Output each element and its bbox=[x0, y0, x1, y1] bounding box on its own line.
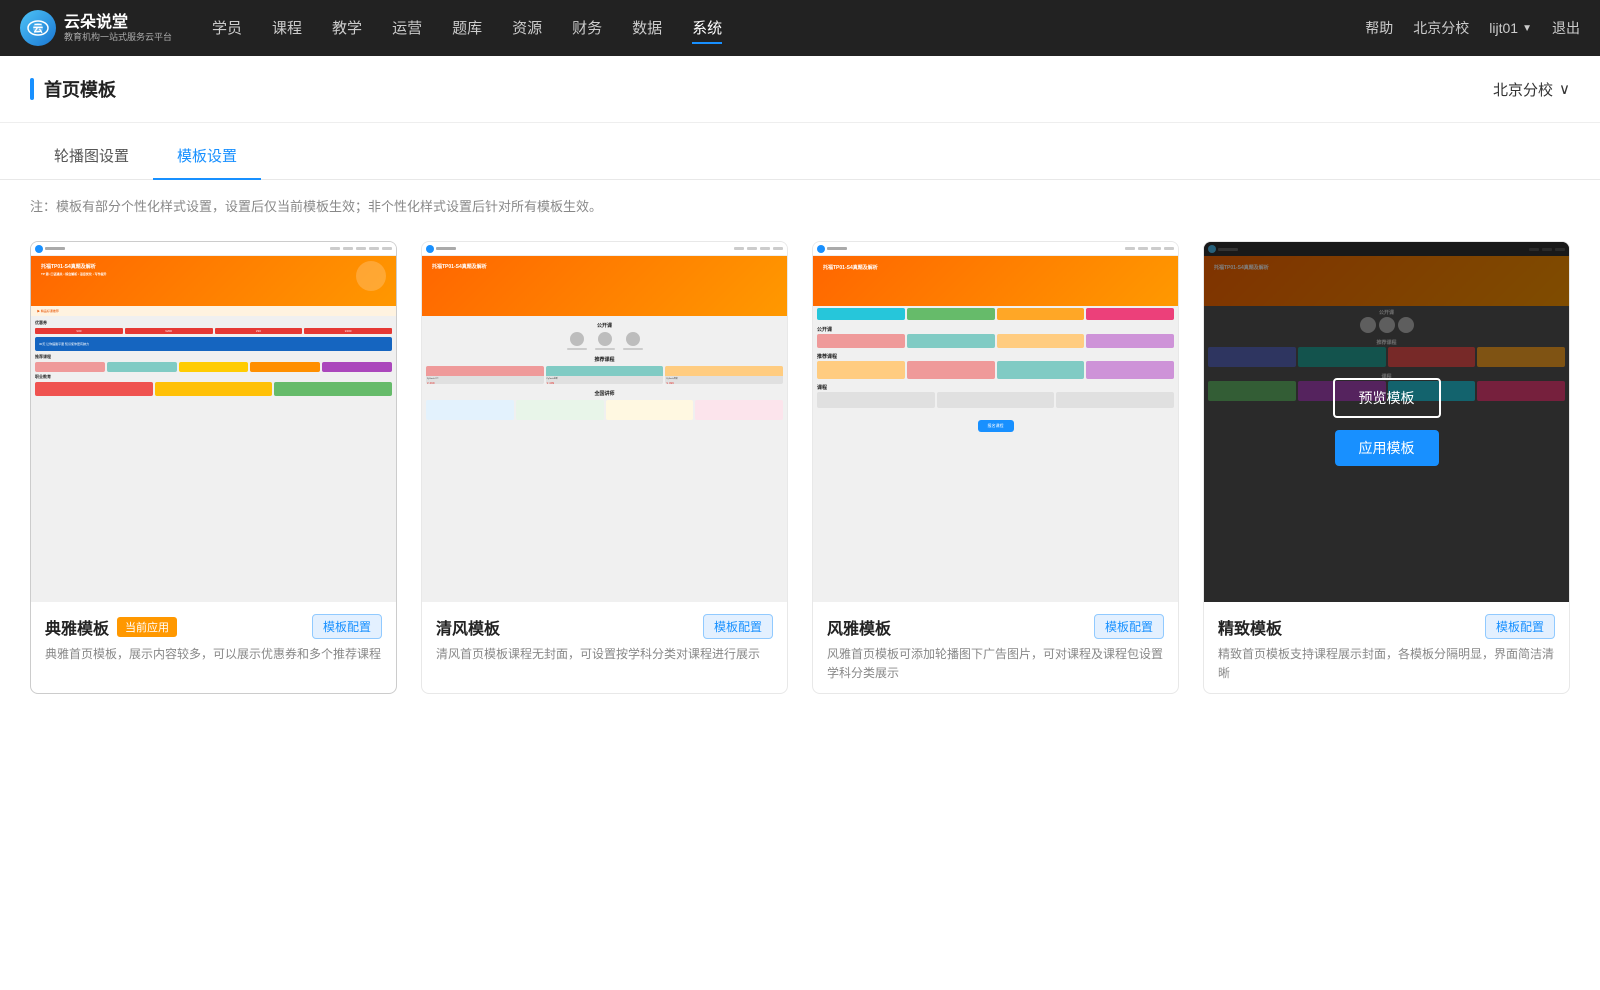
template-desc-jingzhi: 精致首页模板支持课程展示封面，各模板分隔明显，界面简洁清晰 bbox=[1218, 645, 1555, 683]
template-preview-fengya[interactable]: 托福TP01-S4真题及解析 公开课 bbox=[813, 242, 1178, 602]
nav-shuju[interactable]: 数据 bbox=[632, 13, 662, 44]
template-preview-qingfeng[interactable]: 托福TP01-S4真题及解析 公开课 bbox=[422, 242, 787, 602]
template-name-jingzhi: 精致模板 bbox=[1218, 615, 1282, 639]
template-footer-jingzhi: 精致模板 模板配置 精致首页模板支持课程展示封面，各模板分隔明显，界面简洁清晰 bbox=[1204, 602, 1569, 693]
template-name-dianyan: 典雅模板 bbox=[45, 615, 109, 639]
page-title-bar bbox=[30, 78, 34, 100]
apply-button-qingfeng[interactable]: 应用模板 bbox=[553, 430, 657, 466]
page-title: 首页模板 bbox=[44, 76, 116, 102]
template-card-qingfeng: 托福TP01-S4真题及解析 公开课 bbox=[421, 241, 788, 694]
template-footer-qingfeng: 清风模板 模板配置 清风首页模板课程无封面，可设置按学科分类对课程进行展示 bbox=[422, 602, 787, 674]
tabs-bar: 轮播图设置 模板设置 bbox=[0, 133, 1600, 180]
tab-carousel[interactable]: 轮播图设置 bbox=[30, 133, 153, 180]
template-name-qingfeng: 清风模板 bbox=[436, 615, 500, 639]
page-title-wrap: 首页模板 bbox=[30, 76, 116, 102]
nav-xitong[interactable]: 系统 bbox=[692, 13, 722, 44]
notice-text: 注：模板有部分个性化样式设置，设置后仅当前模板生效；非个性化样式设置后针对所有模… bbox=[0, 180, 1600, 231]
current-badge-dianyan: 当前应用 bbox=[117, 617, 177, 637]
template-desc-qingfeng: 清风首页模板课程无封面，可设置按学科分类对课程进行展示 bbox=[436, 645, 773, 664]
preview-button-qingfeng[interactable]: 预览模板 bbox=[551, 378, 659, 418]
config-button-dianyan[interactable]: 模板配置 bbox=[312, 614, 382, 639]
apply-button-jingzhi[interactable]: 应用模板 bbox=[1335, 430, 1439, 466]
config-button-fengya[interactable]: 模板配置 bbox=[1094, 614, 1164, 639]
config-button-jingzhi[interactable]: 模板配置 bbox=[1485, 614, 1555, 639]
template-name-fengya: 风雅模板 bbox=[827, 615, 891, 639]
logo-text: 云朵说堂 教育机构一站式服务云平台 bbox=[64, 13, 172, 43]
page-header: 首页模板 北京分校 ∨ bbox=[0, 56, 1600, 123]
preview-button-dianyan[interactable]: 预览模板 bbox=[160, 378, 268, 418]
user-dropdown[interactable]: lijt01 ▼ bbox=[1489, 20, 1532, 36]
branch-selector-arrow: ∨ bbox=[1559, 80, 1570, 98]
preview-overlay-jingzhi[interactable]: 预览模板 应用模板 bbox=[1204, 242, 1569, 602]
apply-button-fengya[interactable]: 应用模板 bbox=[944, 430, 1048, 466]
tab-template[interactable]: 模板设置 bbox=[153, 133, 261, 180]
logout-link[interactable]: 退出 bbox=[1552, 18, 1580, 38]
branch-selector-label: 北京分校 bbox=[1493, 79, 1553, 100]
template-preview-jingzhi[interactable]: 托福TP01-S4真题及解析 公开课 推荐课程 bbox=[1204, 242, 1569, 602]
help-link[interactable]: 帮助 bbox=[1365, 18, 1393, 38]
template-card-jingzhi: 托福TP01-S4真题及解析 公开课 推荐课程 bbox=[1203, 241, 1570, 694]
branch-link[interactable]: 北京分校 bbox=[1413, 18, 1469, 38]
templates-grid: 托福TP01-S4真题及解析 TP 第• 口语通关 • 综合解析 • 语音优化 … bbox=[0, 231, 1600, 734]
preview-button-fengya[interactable]: 预览模板 bbox=[942, 378, 1050, 418]
template-desc-fengya: 风雅首页模板可添加轮播图下广告图片，可对课程及课程包设置学科分类展示 bbox=[827, 645, 1164, 683]
user-dropdown-arrow: ▼ bbox=[1522, 23, 1532, 34]
nav-caiwu[interactable]: 财务 bbox=[572, 13, 602, 44]
template-footer-dianyan: 典雅模板 当前应用 模板配置 典雅首页模板，展示内容较多，可以展示优惠券和多个推… bbox=[31, 602, 396, 674]
logo-icon: 云 bbox=[20, 10, 56, 46]
logo[interactable]: 云 云朵说堂 教育机构一站式服务云平台 bbox=[20, 10, 172, 46]
nav-kecheng[interactable]: 课程 bbox=[272, 13, 302, 44]
template-footer-fengya: 风雅模板 模板配置 风雅首页模板可添加轮播图下广告图片，可对课程及课程包设置学科… bbox=[813, 602, 1178, 693]
nav-yunying[interactable]: 运营 bbox=[392, 13, 422, 44]
nav-tiku[interactable]: 题库 bbox=[452, 13, 482, 44]
branch-selector[interactable]: 北京分校 ∨ bbox=[1493, 79, 1570, 100]
main-content: 首页模板 北京分校 ∨ 轮播图设置 模板设置 注：模板有部分个性化样式设置，设置… bbox=[0, 56, 1600, 990]
nav-ziyuan[interactable]: 资源 bbox=[512, 13, 542, 44]
nav-xueyuan[interactable]: 学员 bbox=[212, 13, 242, 44]
template-card-dianyan: 托福TP01-S4真题及解析 TP 第• 口语通关 • 综合解析 • 语音优化 … bbox=[30, 241, 397, 694]
template-desc-dianyan: 典雅首页模板，展示内容较多，可以展示优惠券和多个推荐课程 bbox=[45, 645, 382, 664]
apply-button-dianyan[interactable]: 应用模板 bbox=[162, 430, 266, 466]
template-card-fengya: 托福TP01-S4真题及解析 公开课 bbox=[812, 241, 1179, 694]
preview-button-jingzhi[interactable]: 预览模板 bbox=[1333, 378, 1441, 418]
navbar: 云 云朵说堂 教育机构一站式服务云平台 学员 课程 教学 运营 题库 资源 财务… bbox=[0, 0, 1600, 56]
config-button-qingfeng[interactable]: 模板配置 bbox=[703, 614, 773, 639]
nav-jiaoxue[interactable]: 教学 bbox=[332, 13, 362, 44]
navbar-right: 帮助 北京分校 lijt01 ▼ 退出 bbox=[1365, 18, 1580, 38]
template-preview-dianyan[interactable]: 托福TP01-S4真题及解析 TP 第• 口语通关 • 综合解析 • 语音优化 … bbox=[31, 242, 396, 602]
main-nav: 学员 课程 教学 运营 题库 资源 财务 数据 系统 bbox=[212, 13, 1365, 44]
svg-text:云: 云 bbox=[33, 23, 43, 35]
